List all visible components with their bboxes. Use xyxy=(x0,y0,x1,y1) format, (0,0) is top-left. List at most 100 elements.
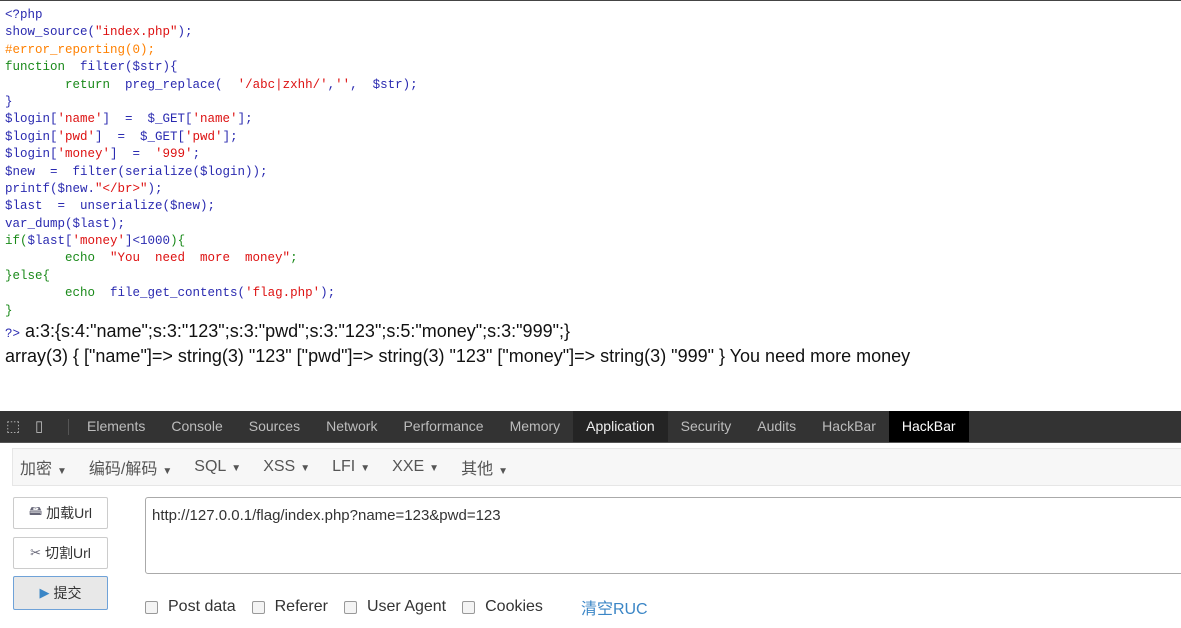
code-token: $new = filter(serialize($login)); xyxy=(5,164,268,179)
code-token: ]; xyxy=(222,129,238,144)
option-label: Referer xyxy=(274,598,328,615)
code-line: $last = unserialize($new); xyxy=(5,198,418,215)
menu-label: SQL xyxy=(194,458,227,475)
tab-performance[interactable]: Performance xyxy=(390,411,496,442)
code-token: ] = $_GET[ xyxy=(95,129,186,144)
clear-ruc-link[interactable]: 清空RUC xyxy=(581,595,648,619)
option-label: Post data xyxy=(168,598,236,615)
code-line: } xyxy=(5,94,418,111)
cookies-option[interactable]: Cookies xyxy=(462,598,543,616)
scissors-icon: ✂ xyxy=(30,545,41,560)
tab-network[interactable]: Network xyxy=(313,411,390,442)
code-token: , $str); xyxy=(350,77,418,92)
code-line: echo file_get_contents('flag.php'); xyxy=(5,285,418,302)
code-token: '/abc|zxhh/' xyxy=(237,77,328,92)
code-token: "You need more money" xyxy=(110,251,291,266)
menu-label: LFI xyxy=(332,458,356,475)
code-token: ){ xyxy=(170,234,186,249)
code-token: #error_reporting(0); xyxy=(5,42,156,57)
caret-down-icon: ▼ xyxy=(360,463,371,474)
menu-lfi[interactable]: LFI ▼ xyxy=(332,458,370,476)
device-toolbar-icon[interactable]: ▯ xyxy=(35,417,43,435)
code-token: $last[ xyxy=(27,234,73,249)
code-token: "index.php" xyxy=(95,25,178,40)
inspect-element-icon[interactable]: ⬚ xyxy=(6,417,20,435)
php-close-tag: ?> xyxy=(5,327,21,341)
option-label: User Agent xyxy=(366,598,447,615)
code-token: ] = $_GET[ xyxy=(102,112,193,127)
code-token: }else{ xyxy=(5,268,51,283)
divider xyxy=(68,419,69,435)
user-agent-option[interactable]: User Agent xyxy=(343,598,447,616)
code-line: <?php xyxy=(5,7,418,24)
caret-down-icon: ▼ xyxy=(429,463,440,474)
menu-encode-decode[interactable]: 编码/解码 ▼ xyxy=(89,455,172,479)
code-token: ]; xyxy=(237,112,253,127)
code-token: ] = xyxy=(110,147,156,162)
menu-xxe[interactable]: XXE ▼ xyxy=(392,458,439,476)
tab-console[interactable]: Console xyxy=(158,411,235,442)
tab-security[interactable]: Security xyxy=(668,411,745,442)
code-token: $login[ xyxy=(5,129,58,144)
button-label: 切割Url xyxy=(45,545,91,561)
tab-elements[interactable]: Elements xyxy=(74,411,158,442)
split-url-button[interactable]: ✂ 切割Url xyxy=(13,537,108,569)
code-token: ); xyxy=(147,181,163,196)
referer-option[interactable]: Referer xyxy=(251,598,328,616)
caret-down-icon: ▼ xyxy=(162,466,173,477)
code-token: "</br>" xyxy=(95,181,148,196)
tab-audits[interactable]: Audits xyxy=(744,411,809,442)
menu-sql[interactable]: SQL ▼ xyxy=(194,458,241,476)
code-token: } xyxy=(5,303,13,318)
code-token: $login[ xyxy=(5,147,58,162)
code-token: 'name' xyxy=(57,112,103,127)
caret-down-icon: ▼ xyxy=(300,463,311,474)
code-token: } xyxy=(5,94,13,109)
user-agent-checkbox[interactable] xyxy=(343,600,357,614)
code-token: <?php xyxy=(5,8,43,22)
code-token: ); xyxy=(177,25,193,40)
code-line: $login['money'] = '999'; xyxy=(5,146,418,163)
tab-hackbar[interactable]: HackBar xyxy=(809,411,889,442)
menu-encrypt[interactable]: 加密 ▼ xyxy=(20,455,67,479)
code-token: 'pwd' xyxy=(57,129,96,144)
code-line: $login['pwd'] = $_GET['pwd']; xyxy=(5,129,418,146)
code-line: #error_reporting(0); xyxy=(5,42,418,59)
code-token: 'name' xyxy=(192,112,238,127)
post-data-checkbox[interactable] xyxy=(145,600,158,614)
code-token: return xyxy=(5,77,126,92)
load-icon: 🖴 xyxy=(28,503,43,518)
code-token: file_get_contents( xyxy=(110,286,246,301)
tab-application[interactable]: Application xyxy=(573,411,668,442)
tab-sources[interactable]: Sources xyxy=(236,411,313,442)
menu-label: XSS xyxy=(263,458,296,475)
serialized-string: a:3:{s:4:"name";s:3:"123";s:3:"pwd";s:3:… xyxy=(20,321,570,341)
menu-xss[interactable]: XSS ▼ xyxy=(263,458,310,476)
var-dump-output: array(3) { ["name"]=> string(3) "123" ["… xyxy=(5,346,911,366)
cookies-checkbox[interactable] xyxy=(462,600,476,614)
code-line: } xyxy=(5,303,418,320)
code-line: echo "You need more money"; xyxy=(5,250,418,267)
code-token: 'money' xyxy=(57,147,111,162)
code-token: filter($str){ xyxy=(80,60,178,75)
submit-button[interactable]: ▶ 提交 xyxy=(13,576,108,610)
referer-checkbox[interactable] xyxy=(251,600,265,614)
menu-other[interactable]: 其他 ▼ xyxy=(461,455,508,479)
request-options: Post data Referer User Agent Cookies 清空R… xyxy=(145,595,648,619)
load-url-button[interactable]: 🖴 加载Url xyxy=(13,497,108,529)
page-top-border xyxy=(0,0,1181,1)
code-token: echo xyxy=(5,251,111,266)
post-data-option[interactable]: Post data xyxy=(145,598,236,616)
php-source-code: <?php show_source("index.php"); #error_rep… xyxy=(5,7,418,320)
code-token: ); xyxy=(320,286,336,301)
tab-memory[interactable]: Memory xyxy=(497,411,574,442)
play-icon: ▶ xyxy=(39,585,50,600)
code-token: ; xyxy=(192,147,201,162)
serialized-output: ?> a:3:{s:4:"name";s:3:"123";s:3:"pwd";s… xyxy=(5,321,570,342)
url-textarea[interactable]: http://127.0.0.1/flag/index.php?name=123… xyxy=(145,497,1181,574)
button-label: 加载Url xyxy=(46,505,93,521)
code-token: if( xyxy=(5,234,28,249)
devtools-tab-bar: ⬚ ▯ Elements Console Sources Network Per… xyxy=(0,411,1181,443)
code-line: }else{ xyxy=(5,268,418,285)
tab-hackbar-active[interactable]: HackBar xyxy=(888,411,969,442)
